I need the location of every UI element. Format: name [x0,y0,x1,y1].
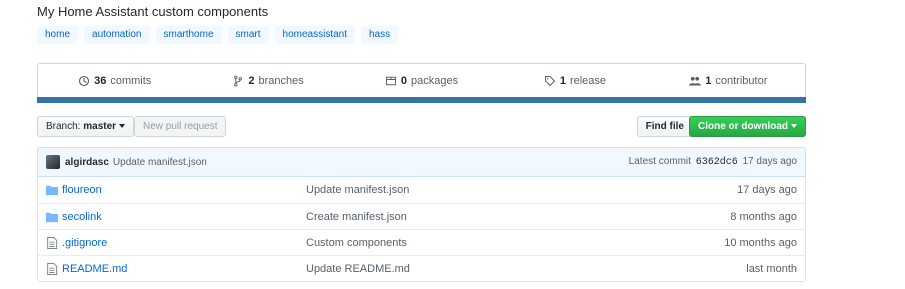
file-icon [47,262,58,275]
branches-label: branches [258,75,304,87]
branch-prefix: Branch: [46,121,81,132]
commits-link[interactable]: 36 commits [38,75,191,87]
latest-commit-prefix: Latest commit [628,156,691,167]
language-bar[interactable] [37,97,806,103]
file-age: last month [746,262,797,275]
packages-link[interactable]: 0 packages [345,75,498,87]
releases-count: 1 [559,75,566,87]
clone-download-button[interactable]: Clone or download [689,116,806,137]
packages-label: packages [411,75,459,87]
topic-tag[interactable]: smarthome [155,26,222,44]
contributors-link[interactable]: 1 contributor [652,75,805,87]
file-row: README.md Update README.md last month [38,255,805,281]
branch-select-button[interactable]: Branch: master [37,116,135,137]
commit-message[interactable]: Update manifest.json [113,157,207,168]
packages-count: 0 [400,75,408,87]
commit-sha[interactable]: 6362dc6 [696,157,738,168]
file-name[interactable]: README.md [62,263,127,275]
file-name[interactable]: .gitignore [62,237,107,249]
contributors-label: contributor [715,75,768,87]
releases-link[interactable]: 1 release [498,75,651,87]
topic-tag[interactable]: hass [361,26,399,44]
file-commit-message[interactable]: Update manifest.json [306,184,409,196]
file-age: 10 months ago [724,236,797,249]
commit-author[interactable]: algirdasc [65,157,109,168]
caret-down-icon [791,124,797,129]
branches-link[interactable]: 2 branches [191,75,344,87]
repo-summary: 36 commits 2 branches 0 packages 1 relea… [37,63,806,103]
file-commit-message[interactable]: Custom components [306,237,407,249]
topic-tag[interactable]: homeassistant [274,26,355,44]
file-list: floureon Update manifest.json 17 days ag… [37,177,806,282]
commits-label: commits [110,75,152,87]
find-file-button[interactable]: Find file [636,116,693,137]
repo-description: My Home Assistant custom components [37,4,269,19]
commit-age: 17 days ago [742,156,798,167]
file-toolbar: Branch: master New pull request Find fil… [37,116,806,137]
topic-list: home automation smarthome smart homeassi… [37,26,399,44]
file-name[interactable]: floureon [62,184,102,196]
topic-tag[interactable]: home [37,26,79,44]
latest-commit-info: Latest commit 6362dc6 17 days ago [629,156,797,168]
topic-tag[interactable]: smart [227,26,269,44]
file-age: 17 days ago [737,184,797,196]
file-age: 8 months ago [730,210,797,223]
folder-icon [46,212,58,222]
commits-count: 36 [94,75,107,87]
branches-count: 2 [248,75,255,87]
file-row: floureon Update manifest.json 17 days ag… [38,177,805,203]
history-icon [79,75,90,87]
file-row: .gitignore Custom components 10 months a… [38,229,805,255]
branch-icon [234,75,243,87]
file-commit-message[interactable]: Create manifest.json [306,211,407,223]
caret-down-icon [119,124,126,129]
file-icon [47,236,58,249]
folder-icon [46,185,58,196]
branch-name: master [83,121,117,132]
file-name[interactable]: secolink [62,211,102,223]
releases-label: release [569,75,607,87]
topic-tag[interactable]: automation [84,26,150,44]
tag-icon [544,76,556,87]
package-icon [385,76,396,86]
file-commit-message[interactable]: Update README.md [306,263,410,275]
clone-label: Clone or download [698,121,788,132]
file-row: secolink Create manifest.json 8 months a… [38,203,805,229]
contributors-count: 1 [705,75,712,87]
latest-commit-bar: algirdasc Update manifest.json Latest co… [37,147,806,177]
avatar[interactable] [46,155,60,169]
new-pull-request-button[interactable]: New pull request [134,116,227,137]
people-icon [689,76,702,86]
